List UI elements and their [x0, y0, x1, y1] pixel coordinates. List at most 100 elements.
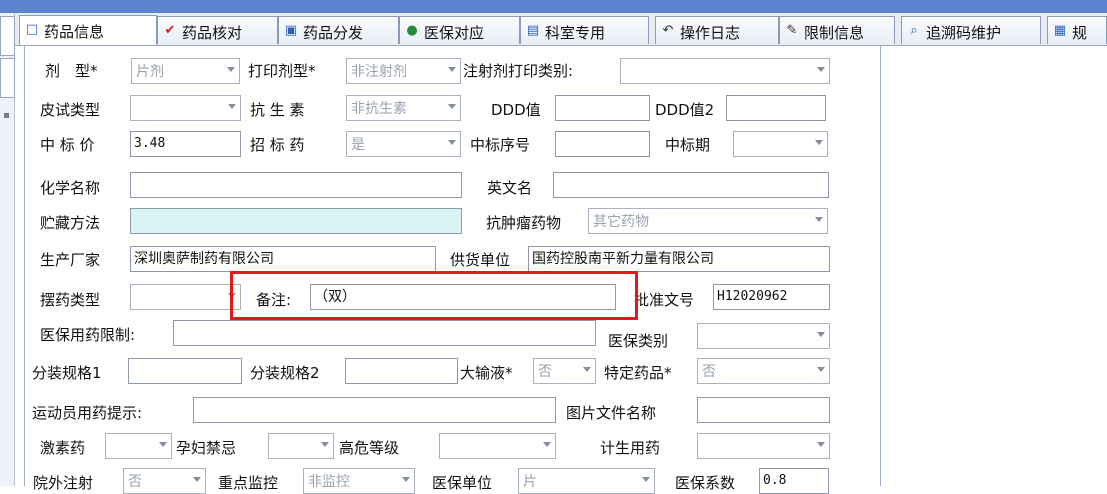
storage-input[interactable]	[130, 208, 462, 234]
tab-label: 药品信息	[44, 23, 105, 41]
dropdown-arrow-icon	[159, 442, 167, 447]
bid-period-label: 中标期	[665, 136, 711, 154]
tab-operation-log[interactable]: ↶ 操作日志	[655, 16, 779, 44]
ddd-input[interactable]	[555, 95, 650, 121]
bid-no-label: 中标序号	[470, 136, 531, 154]
tab-label: 限制信息	[804, 24, 865, 42]
dosage-label: 剂 型*	[45, 62, 98, 80]
eng-name-label: 英文名	[487, 179, 533, 197]
dosage-combo[interactable]: 片剂	[131, 58, 240, 84]
tab-more[interactable]: ▦ 规	[1047, 16, 1107, 44]
dropdown-arrow-icon	[642, 477, 650, 482]
tab-label: 科室专用	[545, 24, 606, 42]
supplier-input[interactable]: 国药控股南平新力量有限公司	[528, 246, 830, 272]
ddd-label: DDD值	[491, 101, 541, 119]
supplier-label: 供货单位	[450, 251, 511, 269]
manufacturer-input[interactable]: 深圳奥萨制药有限公司	[130, 246, 436, 272]
bid-period-combo[interactable]	[733, 131, 828, 157]
special-drug-value: 否	[702, 364, 716, 380]
left-panel-marker	[4, 113, 9, 118]
hormone-label: 激素药	[40, 439, 86, 457]
dropdown-arrow-icon	[193, 477, 201, 482]
tab-restriction-info[interactable]: ✎ 限制信息	[779, 16, 895, 44]
tab-label: 规	[1072, 24, 1088, 42]
storage-label: 贮藏方法	[40, 214, 101, 232]
insurance-coef-label: 医保系数	[675, 474, 736, 492]
form-left-border	[24, 45, 25, 486]
insurance-limit-input[interactable]	[173, 320, 596, 346]
antibiotic-combo[interactable]: 非抗生素	[346, 95, 461, 121]
insurance-coef-input[interactable]: 0.8	[759, 468, 829, 494]
tab-label: 操作日志	[680, 24, 741, 42]
highlight-box	[230, 271, 638, 320]
bid-drug-combo[interactable]: 是	[346, 131, 461, 157]
arrange-type-label: 摆药类型	[40, 291, 101, 309]
dropdown-arrow-icon	[817, 367, 825, 372]
large-infusion-value: 否	[538, 364, 552, 380]
left-panel-box[interactable]	[0, 58, 15, 98]
antitumor-label: 抗肿瘤药物	[486, 214, 562, 232]
bid-drug-label: 招 标 药	[250, 136, 305, 154]
family-planning-label: 计生用药	[600, 439, 661, 457]
bid-no-input[interactable]	[555, 131, 650, 157]
high-risk-label: 高危等级	[339, 439, 400, 457]
injection-print-combo[interactable]	[620, 58, 830, 84]
spec1-input[interactable]	[128, 358, 242, 384]
key-monitor-value: 非监控	[308, 474, 350, 490]
injection-print-label: 注射剂打印类别:	[463, 62, 574, 80]
spec2-input[interactable]	[345, 358, 458, 384]
approval-input[interactable]: H12020962	[713, 284, 830, 310]
department-icon: ▤	[526, 23, 540, 38]
arrange-type-combo[interactable]	[130, 284, 241, 310]
antitumor-value: 其它药物	[593, 214, 649, 230]
tab-trace-code[interactable]: ⌕ 追溯码维护	[901, 16, 1041, 44]
insurance-unit-value: 片	[523, 474, 537, 490]
chem-name-input[interactable]	[130, 172, 462, 198]
right-blank-panel	[880, 46, 1107, 486]
globe-icon: ●	[406, 23, 418, 38]
special-drug-label: 特定药品*	[604, 364, 672, 382]
image-file-input[interactable]	[697, 397, 830, 423]
tab-department-use[interactable]: ▤ 科室专用	[520, 16, 649, 44]
dropdown-arrow-icon	[448, 104, 456, 109]
spec2-label: 分装规格2	[250, 364, 320, 382]
left-navigation-strip	[0, 13, 15, 486]
tab-insurance-mapping[interactable]: ● 医保对应	[399, 16, 520, 44]
hormone-combo[interactable]	[105, 433, 172, 459]
family-planning-combo[interactable]	[697, 433, 830, 459]
tab-drug-check[interactable]: ✔ 药品核对	[157, 16, 278, 44]
bid-price-input[interactable]: 3.48	[130, 131, 241, 157]
tab-bar: □ 药品信息 ✔ 药品核对 ▣ 药品分发 ● 医保对应 ▤ 科室专用 ↶ 操作日…	[15, 13, 1107, 46]
dropdown-arrow-icon	[543, 442, 551, 447]
print-type-value: 非注射剂	[351, 64, 407, 80]
athlete-tip-input[interactable]	[193, 397, 556, 423]
tab-drug-info[interactable]: □ 药品信息	[19, 15, 157, 45]
bid-drug-value: 是	[351, 137, 365, 153]
undo-icon: ↶	[662, 23, 674, 38]
left-panel-box[interactable]	[0, 16, 15, 56]
dropdown-arrow-icon	[228, 104, 236, 109]
skin-test-label: 皮试类型	[40, 101, 101, 119]
ddd2-label: DDD值2	[655, 101, 715, 119]
tab-drug-distribution[interactable]: ▣ 药品分发	[278, 16, 399, 44]
insurance-class-combo[interactable]	[697, 323, 830, 349]
tab-label: 追溯码维护	[926, 24, 1002, 42]
insurance-unit-combo[interactable]: 片	[518, 468, 655, 494]
special-drug-combo[interactable]: 否	[697, 358, 830, 384]
skin-test-combo[interactable]	[130, 95, 241, 121]
antitumor-combo[interactable]: 其它药物	[588, 208, 828, 234]
eng-name-input[interactable]	[553, 172, 829, 198]
pregnancy-combo[interactable]	[268, 433, 334, 459]
large-infusion-label: 大输液*	[460, 364, 513, 382]
outpatient-inj-combo[interactable]: 否	[123, 468, 206, 494]
large-infusion-combo[interactable]: 否	[533, 358, 596, 384]
dropdown-arrow-icon	[815, 217, 823, 222]
tab-label: 医保对应	[424, 24, 485, 42]
print-type-combo[interactable]: 非注射剂	[346, 58, 461, 84]
search-icon: ⌕	[910, 23, 918, 38]
ddd2-input[interactable]	[726, 95, 826, 121]
key-monitor-combo[interactable]: 非监控	[303, 468, 415, 494]
antibiotic-label: 抗 生 素	[250, 101, 305, 119]
high-risk-combo[interactable]	[439, 433, 556, 459]
insurance-limit-label: 医保用药限制:	[40, 326, 136, 344]
